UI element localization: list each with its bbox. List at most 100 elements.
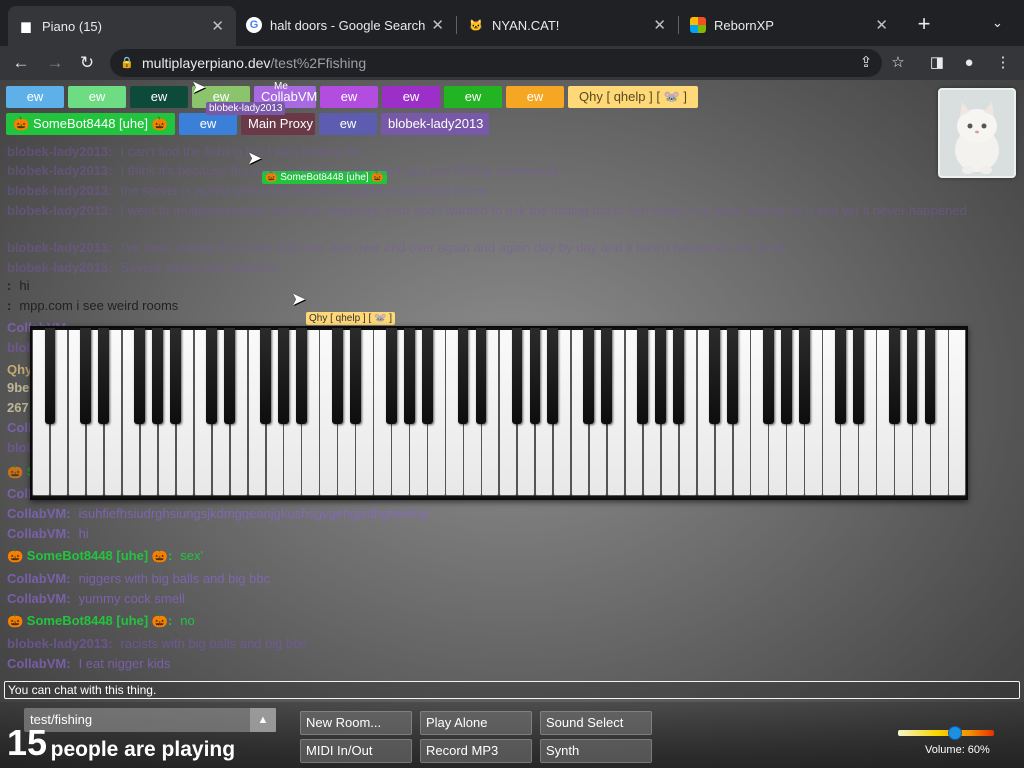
piano-black-key[interactable]	[529, 328, 541, 424]
piano-black-key[interactable]	[349, 328, 361, 424]
volume-knob[interactable]	[947, 726, 962, 740]
participant-row2-3[interactable]: ew	[319, 113, 377, 135]
tab-piano[interactable]: ▆ Piano (15) ✕	[8, 6, 236, 46]
piano-black-key[interactable]	[296, 328, 307, 424]
tab-google-search[interactable]: G halt doors - Google Search ✕	[236, 8, 456, 42]
tab-nyan-cat[interactable]: 🐱 NYAN.CAT! ✕	[458, 8, 678, 42]
piano-black-key[interactable]	[511, 328, 523, 424]
piano-black-key[interactable]	[583, 328, 595, 424]
piano-black-key[interactable]	[403, 328, 415, 424]
participant-8[interactable]: ew	[506, 86, 564, 108]
piano-white-key[interactable]	[948, 330, 967, 496]
participant-9[interactable]: Qhy [ qhelp ] [ 🐭 ]	[568, 86, 698, 108]
room-dropdown-arrow-icon[interactable]: ▲	[250, 708, 276, 732]
tab-rebornxp[interactable]: RebornXP ✕	[680, 8, 900, 42]
chat-fragment: Qhy	[7, 362, 33, 377]
forward-arrow-icon[interactable]: →	[42, 50, 68, 76]
chat-input[interactable]: You can chat with this thing.	[4, 681, 1020, 699]
chat-text: I've been asking for it over and over an…	[120, 240, 784, 255]
chat-author: 🎃 SomeBot8448 [uhe] 🎃:	[7, 613, 173, 628]
close-tab-icon[interactable]: ✕	[875, 16, 888, 34]
piano-black-key[interactable]	[475, 328, 487, 424]
piano-black-key[interactable]	[98, 328, 110, 424]
participant-6[interactable]: ew	[382, 86, 440, 108]
piano-black-key[interactable]	[134, 328, 146, 424]
piano-black-key[interactable]	[385, 328, 397, 424]
chat-message: blobek-lady2013: Severe stress and sadnes…	[7, 260, 277, 276]
volume-label: Volume: 60%	[925, 744, 990, 756]
tab-title: Piano (15)	[42, 18, 102, 34]
participant-1[interactable]: ew	[68, 86, 126, 108]
piano-black-key[interactable]	[727, 328, 738, 424]
piano-black-key[interactable]	[924, 328, 936, 424]
chat-author: :	[7, 298, 12, 313]
participant-0[interactable]: ew	[6, 86, 64, 108]
piano-black-key[interactable]	[152, 328, 164, 424]
piano-black-key[interactable]	[780, 328, 792, 424]
piano-black-key[interactable]	[709, 328, 720, 424]
record-mp3-button[interactable]: Record MP3	[420, 739, 532, 763]
piano-black-key[interactable]	[852, 328, 864, 424]
bottom-controls: test/fishing ▲ 15 people are playing New…	[0, 702, 1024, 768]
profile-icon[interactable]: ●	[958, 52, 980, 74]
midi-button[interactable]: MIDI In/Out	[300, 739, 412, 763]
piano-black-key[interactable]	[547, 328, 559, 424]
close-tab-icon[interactable]: ✕	[431, 16, 444, 34]
kitten-image	[938, 88, 1016, 178]
piano-black-key[interactable]	[673, 328, 684, 424]
new-tab-button[interactable]: +	[912, 13, 936, 37]
chat-text: mpp.com i see weird rooms	[19, 298, 179, 313]
piano-black-key[interactable]	[798, 328, 810, 424]
reload-icon[interactable]: ↻	[74, 50, 100, 76]
rebornxp-favicon-icon	[690, 17, 706, 33]
tab-search-chevron-icon[interactable]: ⌄	[992, 15, 1003, 31]
side-panel-icon[interactable]: ◨	[926, 52, 948, 74]
chat-message: blobek-lady2013: I went to multiplayerpia…	[7, 203, 1012, 219]
chat-message: CollabVM: niggers with big balls and big …	[7, 571, 270, 587]
synth-button[interactable]: Synth	[540, 739, 652, 763]
address-bar[interactable]: 🔒 multiplayerpiano.dev/test%2Ffishing	[110, 49, 882, 77]
participant-row2-4[interactable]: blobek-lady2013	[381, 113, 489, 135]
piano-black-key[interactable]	[906, 328, 918, 424]
sound-select-button[interactable]: Sound Select	[540, 711, 652, 735]
piano-black-key[interactable]	[888, 328, 900, 424]
bookmark-star-icon[interactable]: ☆	[887, 52, 909, 74]
participant-row2-2[interactable]: Main Proxy	[241, 113, 315, 135]
piano-black-key[interactable]	[260, 328, 271, 424]
participant-2[interactable]: ew	[130, 86, 188, 108]
menu-kebab-icon[interactable]: ⋮	[992, 52, 1014, 74]
piano-black-key[interactable]	[421, 328, 433, 424]
piano-black-key[interactable]	[763, 328, 774, 424]
piano-black-key[interactable]	[170, 328, 182, 424]
piano-black-key[interactable]	[80, 328, 92, 424]
volume-slider[interactable]	[898, 726, 994, 740]
piano-black-key[interactable]	[637, 328, 649, 424]
new-room-button[interactable]: New Room...	[300, 711, 412, 735]
piano-black-key[interactable]	[834, 328, 846, 424]
chat-author: CollabVM:	[7, 656, 71, 671]
chat-message: : hi	[7, 278, 29, 294]
browser-toolbar: ← → ↻ 🔒 multiplayerpiano.dev/test%2Ffishi…	[0, 46, 1024, 80]
play-alone-button[interactable]: Play Alone	[420, 711, 532, 735]
participant-7[interactable]: ew	[444, 86, 502, 108]
piano-keyboard[interactable]	[30, 326, 968, 500]
back-arrow-icon[interactable]: ←	[8, 50, 34, 76]
piano-black-key[interactable]	[457, 328, 469, 424]
close-tab-icon[interactable]: ✕	[211, 17, 224, 35]
piano-black-key[interactable]	[655, 328, 667, 424]
chat-author: blobek-lady2013:	[7, 203, 113, 218]
piano-black-key[interactable]	[278, 328, 289, 424]
piano-black-key[interactable]	[601, 328, 613, 424]
participant-5[interactable]: ew	[320, 86, 378, 108]
piano-black-key[interactable]	[44, 328, 56, 424]
tab-title: NYAN.CAT!	[492, 17, 560, 33]
piano-black-key[interactable]	[224, 328, 235, 424]
tab-separator	[456, 16, 457, 34]
close-tab-icon[interactable]: ✕	[653, 16, 666, 34]
chat-message: blobek-lady2013: I think it's because the…	[7, 163, 559, 179]
piano-black-key[interactable]	[331, 328, 343, 424]
participant-row2-0[interactable]: 🎃 SomeBot8448 [uhe] 🎃	[6, 113, 175, 135]
piano-black-key[interactable]	[206, 328, 217, 424]
participant-row2-1[interactable]: ew	[179, 113, 237, 135]
share-icon[interactable]: ⇪	[855, 52, 877, 74]
